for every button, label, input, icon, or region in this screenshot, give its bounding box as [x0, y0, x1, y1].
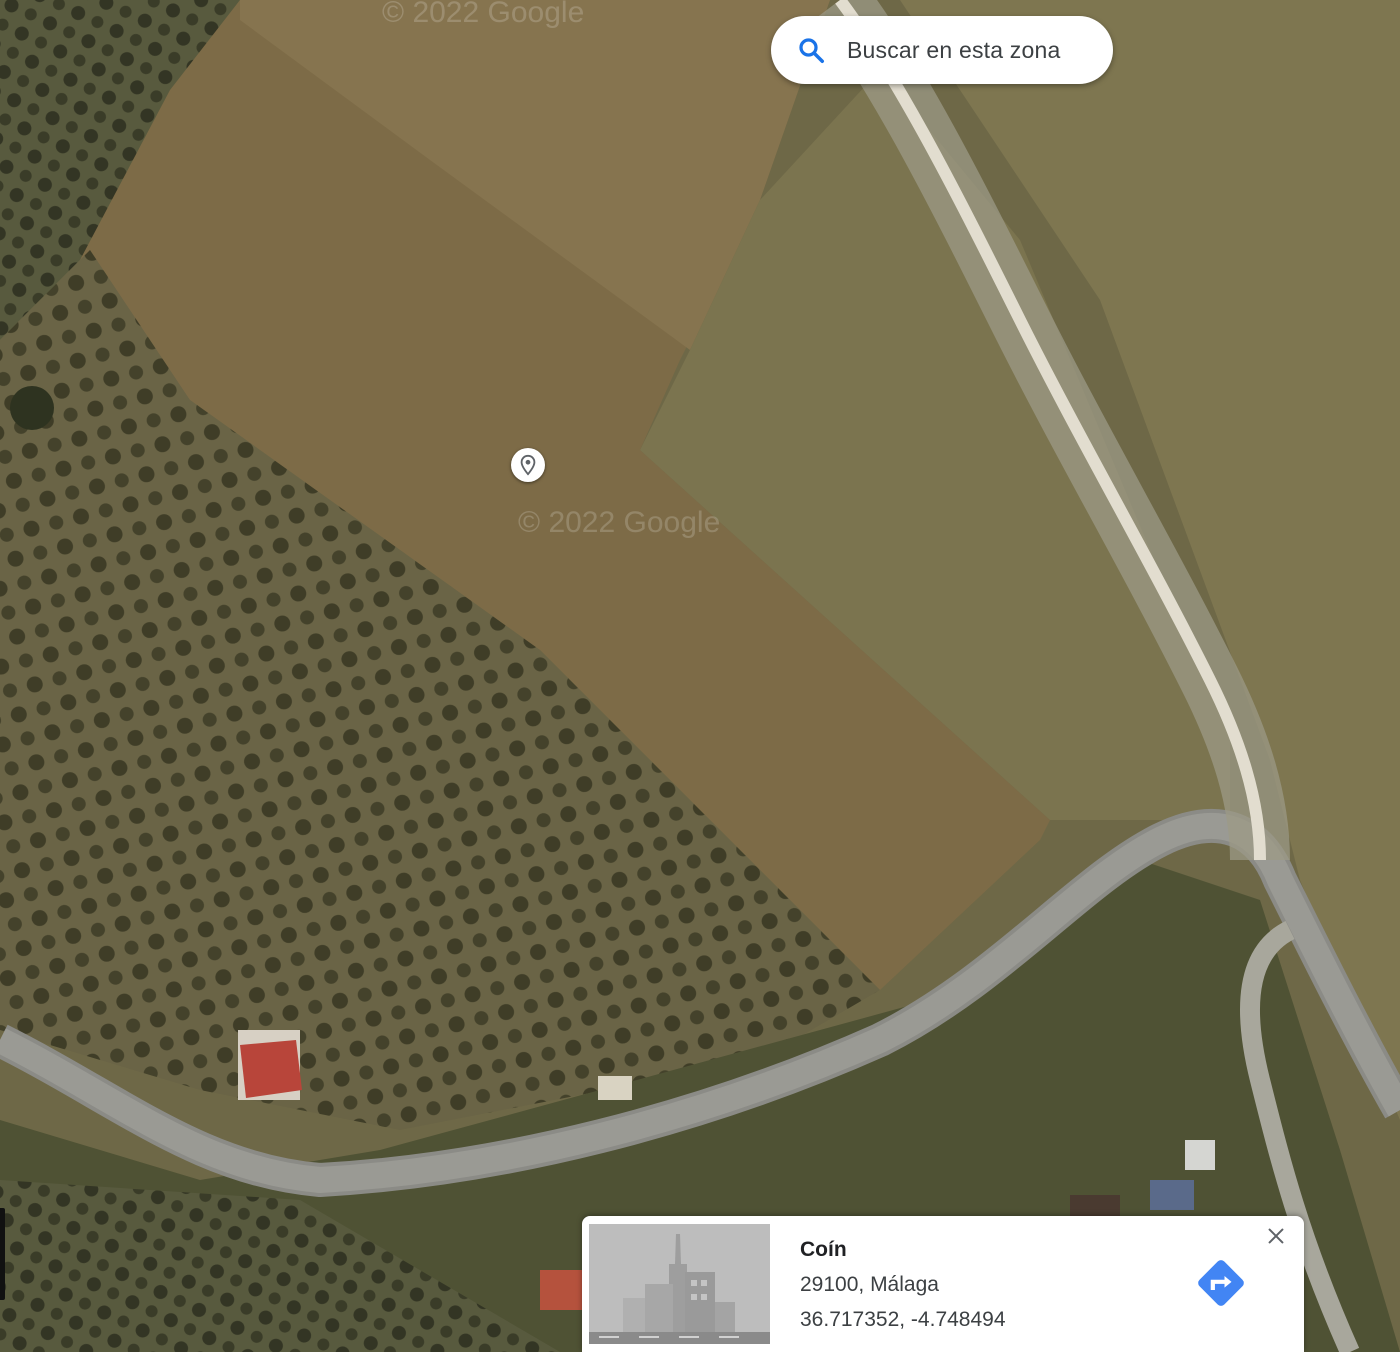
- directions-icon: [1193, 1255, 1249, 1316]
- close-button[interactable]: [1262, 1224, 1290, 1252]
- search-icon: [795, 34, 827, 66]
- place-info: Coín 29100, Málaga 36.717352, -4.748494: [800, 1238, 1006, 1332]
- place-info-card[interactable]: Coín 29100, Málaga 36.717352, -4.748494: [582, 1216, 1304, 1352]
- directions-button[interactable]: [1192, 1256, 1250, 1314]
- place-address: 29100, Málaga: [800, 1273, 939, 1296]
- place-coordinates: 36.717352, -4.748494: [800, 1308, 1006, 1331]
- close-icon: [1265, 1225, 1287, 1252]
- location-pin-icon[interactable]: [511, 448, 545, 482]
- place-name: Coín: [800, 1238, 847, 1261]
- place-thumbnail[interactable]: [589, 1224, 770, 1344]
- search-this-area-label: Buscar en esta zona: [847, 36, 1061, 63]
- side-panel-edge[interactable]: [0, 1208, 5, 1300]
- search-this-area-button[interactable]: Buscar en esta zona: [771, 16, 1113, 84]
- map-watermark: © 2022 Google: [518, 506, 720, 539]
- satellite-map[interactable]: © 2022 Google © 2022 Google: [0, 0, 1400, 1352]
- map-watermark: © 2022 Google: [382, 0, 584, 29]
